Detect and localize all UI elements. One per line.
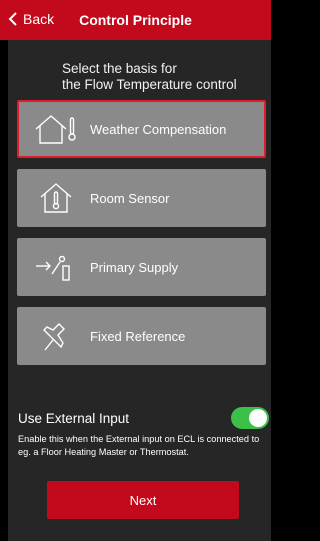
option-weather-compensation[interactable]: Weather Compensation bbox=[17, 100, 266, 158]
option-fixed-reference[interactable]: Fixed Reference bbox=[17, 307, 266, 365]
external-input-description: Enable this when the External input on E… bbox=[18, 434, 260, 457]
option-label: Primary Supply bbox=[90, 259, 179, 275]
option-label: Fixed Reference bbox=[90, 328, 186, 344]
external-input-toggle[interactable] bbox=[231, 407, 269, 429]
instruction-line-1: Select the basis for bbox=[62, 61, 177, 76]
toggle-knob bbox=[249, 409, 267, 427]
option-label: Room Sensor bbox=[90, 190, 170, 206]
house-thermometer-icon bbox=[25, 100, 87, 158]
option-room-sensor[interactable]: Room Sensor bbox=[17, 169, 266, 227]
page-title: Control Principle bbox=[79, 12, 192, 28]
next-button[interactable]: Next bbox=[47, 481, 239, 519]
header-bar: Back Control Principle bbox=[0, 0, 271, 40]
option-label: Weather Compensation bbox=[90, 121, 227, 137]
option-primary-supply[interactable]: Primary Supply bbox=[17, 238, 266, 296]
external-input-label: Use External Input bbox=[18, 411, 130, 426]
house-sensor-icon bbox=[25, 169, 87, 227]
instruction-text: Select the basis for the Flow Temperatur… bbox=[62, 61, 267, 93]
instruction-line-2: the Flow Temperature control bbox=[62, 77, 237, 92]
primary-supply-icon bbox=[25, 238, 87, 296]
pin-icon bbox=[25, 307, 87, 365]
